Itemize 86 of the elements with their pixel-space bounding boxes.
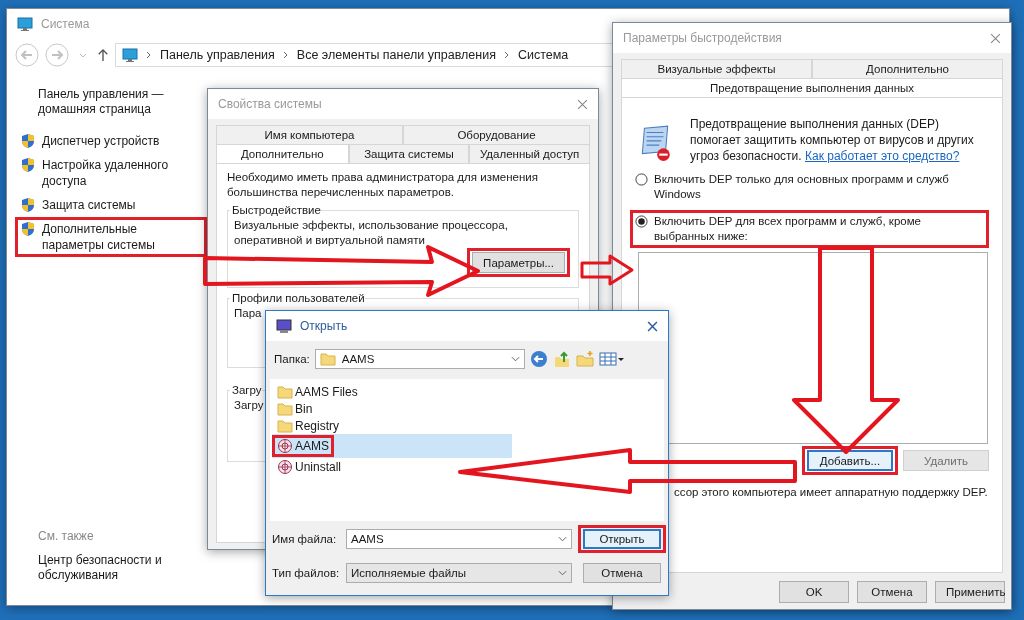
app-icon (277, 458, 293, 475)
window-title: Система (41, 17, 90, 31)
shield-icon (20, 157, 36, 173)
file-name[interactable]: Uninstall (295, 459, 342, 474)
home-link[interactable]: Панель управления — домашняя страница (38, 87, 188, 117)
file-name[interactable]: Registry (295, 418, 339, 433)
close-icon[interactable] (647, 320, 658, 332)
help-link[interactable]: Как работает это средство? (804, 149, 960, 163)
dialog-title: Параметры быстродействия (623, 31, 782, 45)
dialog-button[interactable]: Отмена (857, 581, 927, 603)
tab[interactable]: Предотвращение выполнения данных (621, 78, 1003, 97)
radio-label[interactable]: Включить DEP только для основных программ и служб Windows (654, 172, 984, 202)
back-icon[interactable] (15, 43, 39, 67)
dropdown-caret-icon[interactable] (79, 51, 87, 59)
chevron-icon (282, 51, 289, 59)
folder-icon (277, 383, 293, 400)
tab[interactable]: Имя компьютера (216, 125, 403, 144)
dropdown-caret-icon (558, 536, 567, 542)
dialog-button[interactable]: OK (779, 581, 849, 603)
forward-icon[interactable] (45, 43, 69, 67)
monitor-icon (276, 318, 292, 334)
shield-icon (20, 133, 36, 149)
file-type-label: Тип файлов: (272, 567, 340, 579)
sidebar-link[interactable]: Дополнительные параметры системы (42, 221, 202, 253)
folder-icon (277, 400, 293, 417)
up-arrow-icon[interactable] (97, 48, 109, 62)
settings-button[interactable]: Параметры... (472, 252, 565, 273)
file-name-label: Имя файла: (272, 533, 338, 545)
file-name[interactable]: Bin (295, 401, 313, 416)
shield-icon (20, 221, 36, 237)
cancel-button[interactable]: Отмена (583, 563, 661, 583)
shield-icon (20, 197, 36, 213)
sidebar-link[interactable]: Настройка удаленного доступа (42, 157, 202, 189)
tab[interactable]: Дополнительно (216, 144, 349, 163)
file-name[interactable]: AAMS Files (295, 384, 358, 399)
close-icon[interactable] (577, 98, 588, 110)
radio-button[interactable] (635, 173, 648, 186)
info-text: Необходимо иметь права администратора для изменения большинства перечисленных параметров. (227, 170, 539, 200)
dialog-title: Открыть (300, 319, 348, 333)
dep-support-note: ссор этого компьютера имеет аппаратную поддержку DEP. (673, 485, 989, 500)
file-name[interactable]: AAMS (295, 439, 329, 453)
chevron-icon (503, 51, 510, 59)
tab[interactable]: Защита системы (348, 144, 470, 163)
folder-label: Папка: (274, 353, 310, 365)
group-title: Профили пользователей (231, 292, 365, 304)
dropdown-caret-icon (558, 570, 567, 576)
group-text: Загру (234, 398, 264, 413)
folder-icon (277, 417, 293, 434)
breadcrumb-link[interactable]: Система (517, 48, 569, 62)
sidebar-link[interactable]: Диспетчер устройств (42, 133, 202, 149)
breadcrumb-link[interactable]: Панель управления (160, 48, 275, 62)
dep-description: Предотвращение выполнения данных (DEP) помогает защитить компьютер от вирусов и других угроз безопасности. Как работает это средство? (690, 116, 975, 164)
group-title: Быстродействие (231, 204, 321, 216)
app-icon (277, 438, 293, 454)
breadcrumb-link[interactable]: Все элементы панели управления (296, 48, 496, 62)
dialog-title: Свойства системы (218, 97, 322, 111)
selected-row-highlight[interactable]: AAMS (272, 434, 512, 458)
sidebar-link[interactable]: Защита системы (42, 197, 202, 213)
close-icon[interactable] (990, 32, 1001, 44)
annotation-arrow (580, 254, 634, 286)
view-menu-icon[interactable] (598, 350, 625, 368)
tab[interactable]: Удаленный доступ (469, 144, 590, 163)
tab[interactable]: Визуальные эффекты (621, 59, 812, 78)
dropdown-caret-icon (510, 356, 520, 362)
see-also-link[interactable]: Центр безопасности и обслуживания (38, 553, 188, 583)
file-name-field[interactable]: AAMS (346, 529, 572, 549)
radio-button[interactable] (635, 215, 648, 228)
dialog-button[interactable]: Применить (935, 581, 1005, 603)
folder-icon (319, 351, 336, 367)
folder-dropdown[interactable]: AAMS (314, 349, 525, 369)
radio-label[interactable]: Включить DEP для всех программ и служб, кроме выбранных ниже: (654, 214, 984, 244)
group-text: Визуальные эффекты, использование процессора, оперативной и виртуальной памяти (234, 218, 509, 248)
up-folder-icon[interactable] (552, 350, 571, 368)
list-button[interactable]: Добавить... (807, 450, 893, 471)
tab[interactable]: Дополнительно (812, 59, 1003, 78)
see-also-heading: См. также (38, 529, 95, 543)
open-button[interactable]: Открыть (583, 529, 661, 549)
chevron-icon (146, 51, 152, 59)
new-folder-icon[interactable] (575, 350, 594, 368)
back-icon[interactable] (529, 350, 548, 368)
group-text: Пара (234, 306, 262, 321)
monitor-icon (122, 47, 138, 63)
monitor-icon (17, 16, 33, 32)
file-type-dropdown[interactable]: Исполняемые файлы (346, 563, 572, 583)
group-title: Загру (231, 384, 262, 396)
tab[interactable]: Оборудование (403, 125, 590, 144)
